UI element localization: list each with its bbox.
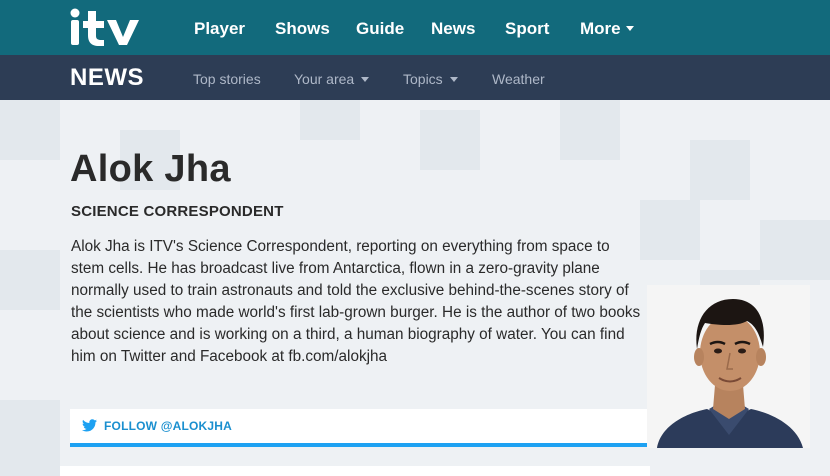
nav-guide[interactable]: Guide bbox=[356, 19, 404, 39]
subnav-topics[interactable]: Topics bbox=[403, 71, 458, 87]
author-bio: Alok Jha is ITV's Science Correspondent,… bbox=[71, 238, 641, 365]
subnav-your-area-label: Your area bbox=[294, 71, 355, 87]
content-footer-band bbox=[60, 466, 650, 476]
author-photo bbox=[647, 285, 810, 448]
news-subheader: NEWS Top stories Your area Topics Weathe… bbox=[0, 55, 830, 100]
twitter-bird-icon bbox=[82, 419, 97, 432]
chevron-down-icon bbox=[361, 77, 370, 82]
job-title: SCIENCE CORRESPONDENT bbox=[71, 203, 284, 220]
itv-logo[interactable] bbox=[68, 7, 150, 49]
twitter-follow-label: FOLLOW @ALOKJHA bbox=[104, 419, 233, 433]
site-header: Player Shows Guide News Sport More bbox=[0, 0, 830, 55]
subnav-top-stories[interactable]: Top stories bbox=[193, 71, 261, 87]
chevron-down-icon bbox=[449, 77, 458, 82]
chevron-down-icon bbox=[625, 26, 634, 31]
news-brand[interactable]: NEWS bbox=[70, 64, 144, 92]
page-title: Alok Jha bbox=[70, 148, 231, 190]
nav-shows[interactable]: Shows bbox=[275, 19, 330, 39]
subnav-your-area[interactable]: Your area bbox=[294, 71, 370, 87]
nav-news[interactable]: News bbox=[431, 19, 475, 39]
nav-sport[interactable]: Sport bbox=[505, 19, 549, 39]
nav-player[interactable]: Player bbox=[194, 19, 245, 39]
twitter-follow-button[interactable]: FOLLOW @ALOKJHA bbox=[70, 409, 648, 447]
nav-more[interactable]: More bbox=[580, 19, 634, 39]
subnav-topics-label: Topics bbox=[403, 71, 443, 87]
subnav-weather[interactable]: Weather bbox=[492, 71, 545, 87]
nav-more-label: More bbox=[580, 19, 621, 38]
